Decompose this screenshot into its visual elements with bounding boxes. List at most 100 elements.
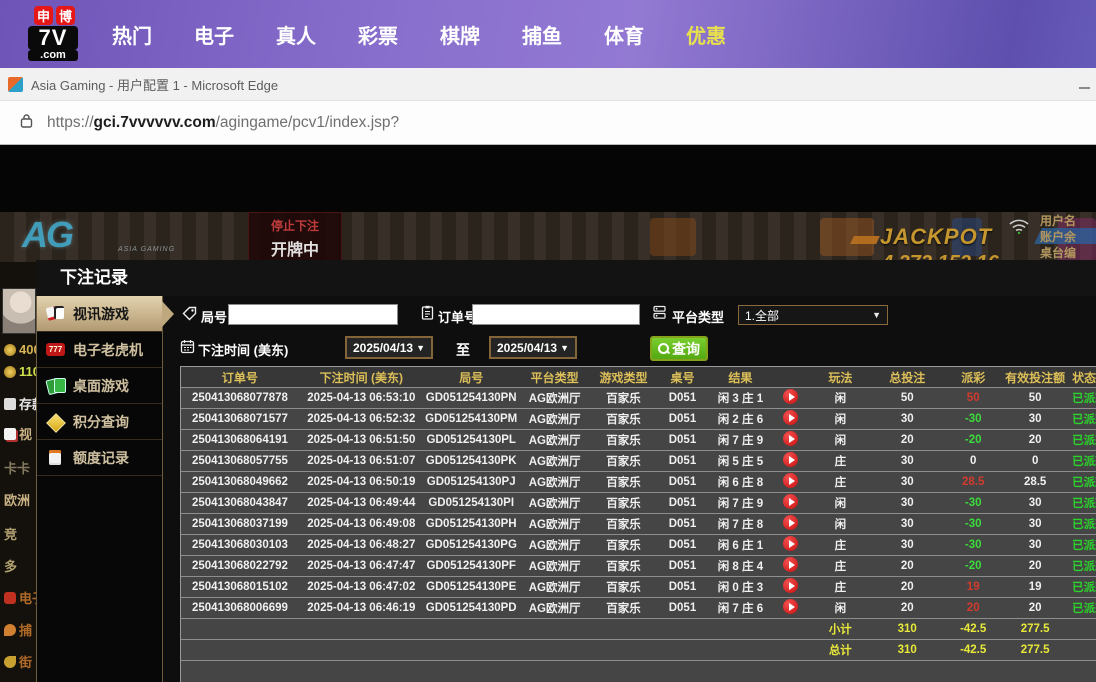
- rail-item-label: 4003: [19, 342, 36, 357]
- replay-play-icon[interactable]: [782, 515, 798, 530]
- cell-replay: [772, 473, 808, 491]
- cell: AG欧洲厅: [528, 435, 581, 447]
- browser-urlbar[interactable]: https://gci.7vvvvvv.com/agingame/pcv1/in…: [0, 101, 1096, 145]
- nav-item-彩票[interactable]: 彩票: [358, 20, 398, 49]
- url-scheme: https://: [47, 113, 94, 131]
- rail-item-label: 多: [4, 559, 18, 574]
- cell: D051: [668, 413, 697, 425]
- cell: 2025-04-13 06:51:07: [307, 455, 416, 467]
- site-nav-items: 热门 电子 真人 彩票 棋牌 捕鱼 体育 优惠: [112, 0, 726, 68]
- rail-item-卡卡: 卡卡: [4, 458, 30, 477]
- logo-badge-1: 申: [34, 6, 53, 25]
- cell: 百家乐: [606, 603, 641, 615]
- rail-item-110.: 110.: [4, 364, 36, 379]
- date-to-select[interactable]: 2025/04/13 ▼: [489, 336, 577, 359]
- rail-item-label: 视: [19, 427, 33, 442]
- cell: 2025-04-13 06:47:02: [307, 581, 416, 593]
- cell-valid: 30: [1028, 539, 1042, 551]
- nav-item-电子[interactable]: 电子: [194, 20, 234, 49]
- subtotal-row: 小计 310 -42.5 277.5: [181, 619, 1096, 640]
- sidebar-item-电子老虎机[interactable]: 电子老虎机: [37, 332, 162, 368]
- replay-play-icon[interactable]: [782, 431, 798, 446]
- cell: D051: [668, 455, 697, 467]
- replay-play-icon[interactable]: [782, 389, 798, 404]
- replay-play-icon[interactable]: [782, 452, 798, 467]
- grand-total-row-total: 310: [897, 644, 917, 656]
- cell-replay: [772, 410, 808, 428]
- cell-valid: 30: [1028, 497, 1042, 509]
- cell: 250413068043847: [191, 497, 288, 509]
- cell: 250413068022792: [191, 560, 288, 572]
- cell-play: 庄: [834, 561, 847, 573]
- grand-total-row-label: 总计: [828, 645, 852, 657]
- nav-item-热门[interactable]: 热门: [112, 20, 152, 49]
- cell-payout: 28.5: [962, 476, 985, 488]
- cell: GD051254130PN: [425, 392, 517, 404]
- sidebar-item-桌面游戏[interactable]: 桌面游戏: [37, 368, 162, 404]
- cell: 闲 8 庄 4: [717, 561, 764, 573]
- rail-item-label: 捕: [19, 623, 33, 638]
- cell: 250413068071577: [191, 413, 288, 425]
- nav-item-体育[interactable]: 体育: [604, 20, 644, 49]
- search-button[interactable]: 查询: [650, 336, 708, 361]
- record-doc-icon: [46, 449, 65, 466]
- table-header-row: 订单号 下注时间 (美东) 局号 平台类型 游戏类型 桌号 结果 玩法 总投注 派彩 有效投注额 状态: [181, 367, 1096, 388]
- grand-total-row-valid: 277.5: [1020, 644, 1050, 656]
- cell-status: 已派彩: [1072, 603, 1096, 615]
- rail-item-label: 竞: [4, 527, 18, 542]
- header-玩法: 玩法: [828, 370, 853, 385]
- table-games-icon: [46, 377, 66, 394]
- cell-total: 30: [900, 455, 914, 467]
- jackpot-label: JACKPOT: [880, 224, 993, 249]
- cell-payout: -20: [964, 560, 982, 572]
- search-button-label: 查询: [672, 340, 700, 357]
- replay-play-icon[interactable]: [782, 599, 798, 614]
- replay-play-icon[interactable]: [782, 410, 798, 425]
- nav-item-优惠[interactable]: 优惠: [686, 20, 726, 49]
- order-input[interactable]: [472, 304, 640, 325]
- round-input[interactable]: [228, 304, 398, 325]
- site-logo[interactable]: 申 博 7V .com: [28, 6, 114, 61]
- casino-background-strip: AG ASIA GAMING 停止下注 开牌中 JACKPOT 4,272,15…: [0, 212, 1096, 262]
- nav-item-棋牌[interactable]: 棋牌: [440, 20, 480, 49]
- cell-replay: [772, 599, 808, 617]
- replay-play-icon[interactable]: [782, 536, 798, 551]
- cell-payout: 20: [966, 602, 980, 614]
- platform-select[interactable]: 1.全部 ▼: [738, 305, 888, 325]
- minimize-button[interactable]: [1079, 87, 1090, 89]
- cell-payout: -30: [964, 539, 982, 551]
- replay-play-icon[interactable]: [782, 578, 798, 593]
- round-tag-icon: [182, 306, 197, 321]
- sidebar-item-视讯游戏[interactable]: 视讯游戏: [37, 296, 174, 332]
- cell: 闲 6 庄 8: [717, 477, 764, 489]
- table-row: 250413068037199 2025-04-13 06:49:08 GD0512…: [181, 514, 1096, 535]
- nav-item-真人[interactable]: 真人: [276, 20, 316, 49]
- replay-play-icon[interactable]: [782, 473, 798, 488]
- header-订单号: 订单号: [221, 370, 258, 385]
- cell-payout: -30: [964, 518, 982, 530]
- date-from-select[interactable]: 2025/04/13 ▼: [345, 336, 433, 359]
- order-clipboard-icon: [420, 305, 435, 320]
- cell-total: 50: [900, 392, 914, 404]
- table-row: 250413068077878 2025-04-13 06:53:10 GD0512…: [181, 388, 1096, 409]
- replay-play-icon[interactable]: [782, 494, 798, 509]
- replay-play-icon[interactable]: [782, 557, 798, 572]
- cell-payout: -30: [964, 497, 982, 509]
- cell: GD051254130PM: [425, 413, 518, 425]
- subtotal-row-total: 310: [897, 623, 917, 635]
- cell-total: 20: [900, 581, 914, 593]
- page: 申 博 7V .com 热门 电子 真人 彩票 棋牌 捕鱼 体育 优惠 Asia Gaming…: [0, 0, 1096, 682]
- cell: GD051254130PJ: [426, 476, 516, 488]
- cell-play: 闲: [834, 435, 847, 447]
- rail-item-4003: 4003: [4, 342, 36, 357]
- table-row: 250413068049662 2025-04-13 06:50:19 GD0512…: [181, 472, 1096, 493]
- table-row: 250413068006699 2025-04-13 06:46:19 GD0512…: [181, 598, 1096, 619]
- cell-total: 30: [900, 518, 914, 530]
- sidebar-item-额度记录[interactable]: 额度记录: [37, 440, 162, 476]
- sidebar-item-积分查询[interactable]: 积分查询: [37, 404, 162, 440]
- live-cards-icon: [46, 305, 65, 322]
- url-text[interactable]: https://gci.7vvvvvv.com/agingame/pcv1/in…: [47, 114, 399, 132]
- header-局号: 局号: [459, 370, 484, 385]
- cell-valid: 30: [1028, 518, 1042, 530]
- nav-item-捕鱼[interactable]: 捕鱼: [522, 20, 562, 49]
